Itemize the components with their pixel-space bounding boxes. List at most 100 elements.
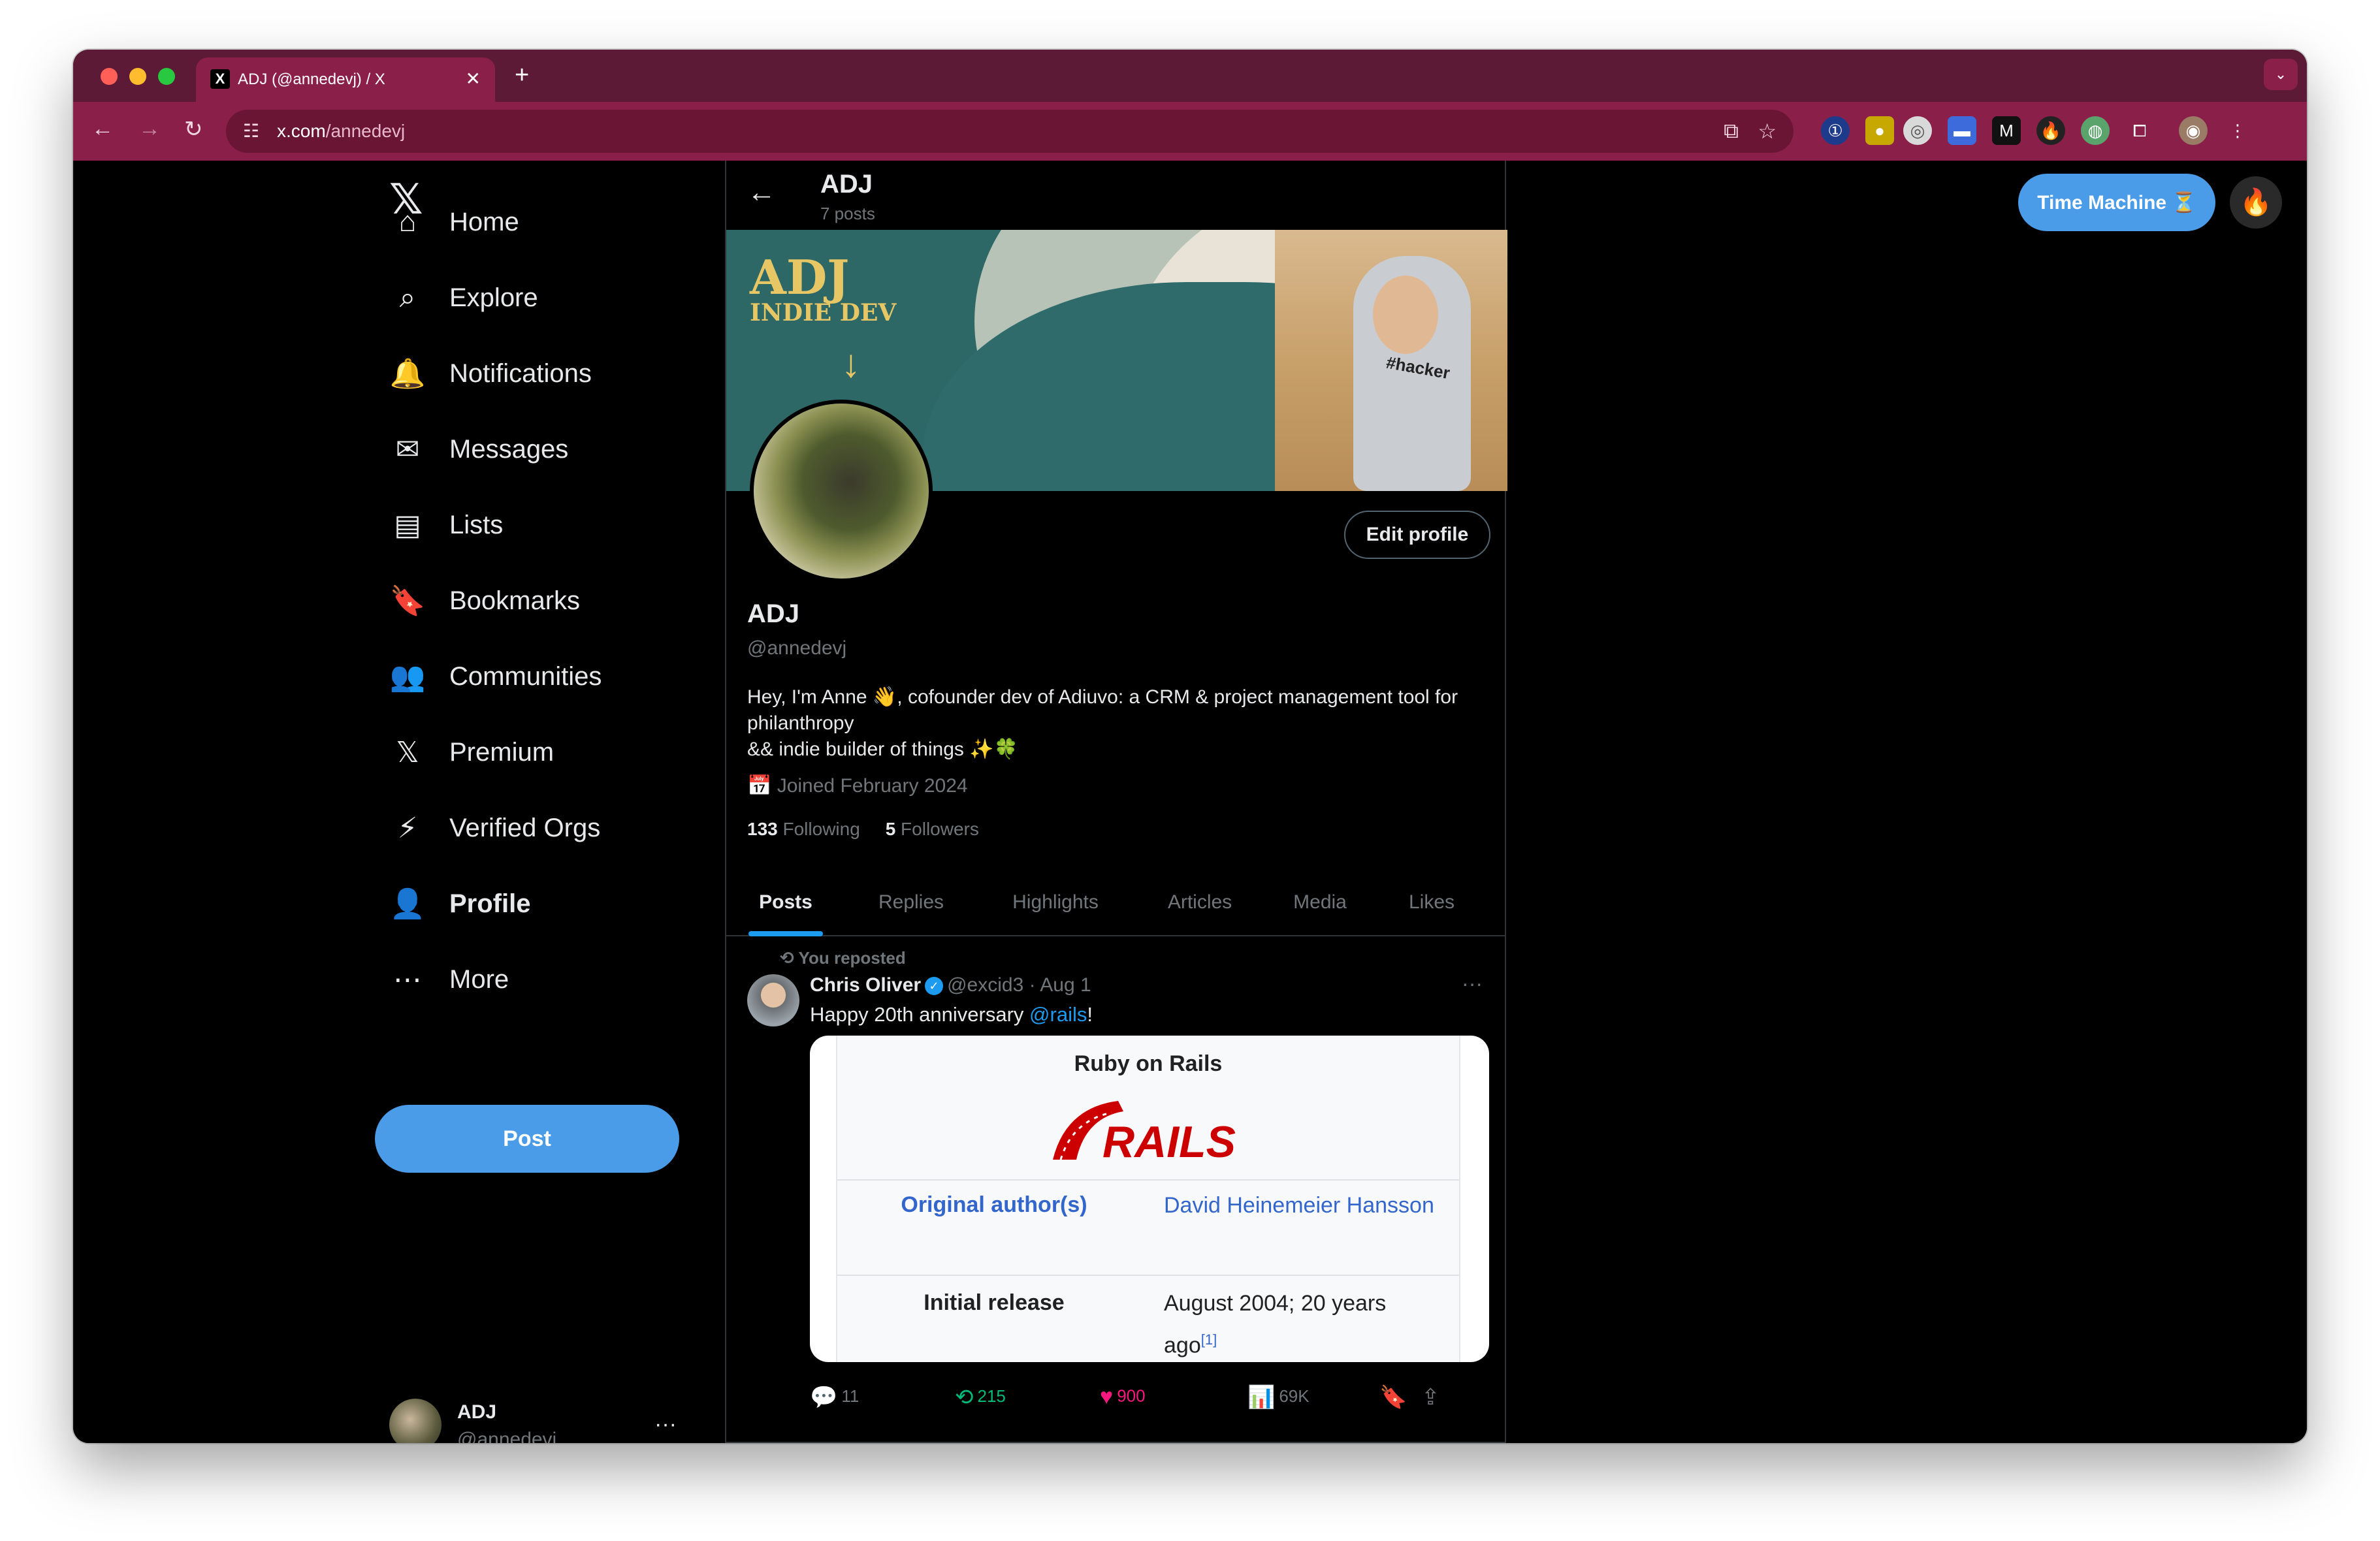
reload-icon[interactable]: ↻ [184,116,203,142]
sidebar-item-label: Home [449,207,519,236]
install-app-icon[interactable]: ⧉ [1724,119,1739,144]
back-arrow-icon[interactable]: ← [747,176,776,209]
tab-media[interactable]: Media [1281,870,1359,935]
infobox-value: August 2004; 20 years ago[1] [1164,1291,1387,1358]
share-button[interactable]: ⇪ [1421,1384,1444,1410]
post-handle[interactable]: @excid3 [947,974,1023,996]
profile-avatar[interactable] [750,400,933,582]
repost-button[interactable]: ⟲ 215 [955,1384,1006,1410]
browser-tab[interactable]: X ADJ (@annedevj) / X ✕ [196,57,495,102]
repost-icon: ⟲ [780,948,799,968]
tab-close-icon[interactable]: ✕ [466,68,481,89]
envelope-icon: ✉ [395,433,420,466]
site-info-icon[interactable]: ☷ [243,120,259,142]
sidebar-item-label: Explore [449,283,538,312]
fire-icon[interactable]: 🔥 [2230,176,2282,229]
post-text: Happy 20th anniversary @rails! [810,1003,1093,1026]
sidebar-item-communities[interactable]: 👥 Communities [389,650,602,703]
sidebar-item-label: Premium [449,737,555,767]
post-button[interactable]: Post [375,1105,679,1173]
sidebar-item-explore[interactable]: ⌕ Explore [389,272,538,324]
extensions-puzzle-icon[interactable]: ⧠ [2125,116,2154,145]
sidebar-item-more[interactable]: ⋯ More [389,953,509,1006]
extension-globe-icon[interactable]: ◍ [2081,116,2110,145]
bookmark-post-button[interactable]: 🔖 [1379,1384,1411,1410]
lightning-icon: ⚡ [397,812,418,844]
banner-subtitle: INDIE DEV [750,299,897,326]
profile-name: ADJ [747,599,800,628]
mention-link[interactable]: @rails [1029,1003,1087,1026]
browser-menu-icon[interactable]: ⋮ [2223,116,2252,145]
extension-fire-icon[interactable]: 🔥 [2036,116,2065,145]
infobox-title: Ruby on Rails [1074,1051,1223,1076]
bookmark-star-icon[interactable]: ☆ [1758,119,1777,144]
tab-articles[interactable]: Articles [1148,870,1251,935]
browser-window: X ADJ (@annedevj) / X ✕ + ⌄ ← → ↻ ☷ x.co… [73,50,2307,1443]
sidebar-item-profile[interactable]: 👤 Profile [389,878,531,930]
citation-link[interactable]: [1] [1201,1331,1217,1348]
following-link[interactable]: 133 Following [747,819,860,839]
tab-replies[interactable]: Replies [866,870,956,935]
sidebar-item-label: Bookmarks [449,586,581,615]
profile-avatar-icon[interactable]: ◉ [2179,116,2208,145]
close-window-button[interactable] [101,68,118,85]
browser-toolbar: ← → ↻ ☷ x.com/annedevj ⧉ ☆ ① ● ◎ ▬ M 🔥 ◍… [73,102,2307,161]
sidebar-item-home[interactable]: ⌂ Home [389,196,519,248]
repost-icon: ⟲ [955,1385,974,1410]
sidebar-item-premium[interactable]: 𝕏 Premium [389,726,554,778]
sidebar-item-bookmarks[interactable]: 🔖 Bookmarks [389,575,580,627]
avatar[interactable] [747,974,799,1026]
back-icon[interactable]: ← [91,116,114,142]
browser-titlebar: X ADJ (@annedevj) / X ✕ + ⌄ [73,50,2307,102]
tab-highlights[interactable]: Highlights [993,870,1118,935]
wiki-infobox: Ruby on Rails RAILS Original author(s) D… [836,1036,1460,1362]
address-bar[interactable]: ☷ x.com/annedevj ⧉ ☆ [226,110,1793,153]
tab-title: ADJ (@annedevj) / X [238,71,385,88]
time-machine-button[interactable]: Time Machine ⏳ [2018,174,2215,231]
views-button[interactable]: 📊 69K [1247,1384,1310,1410]
list-icon: ▤ [394,509,421,541]
infobox-value[interactable]: David Heinemeier Hansson [1164,1187,1438,1224]
post-author[interactable]: Chris Oliver [810,974,921,996]
extension-blue-icon[interactable]: ▬ [1948,116,1976,145]
account-menu-icon[interactable]: ··· [654,1412,677,1437]
extension-m-icon[interactable]: M [1992,116,2021,145]
banner-person-head [1373,276,1438,354]
minimize-window-button[interactable] [129,68,146,85]
post-item[interactable]: ⟲ You reposted Chris Oliver ✓ @excid3 · Au… [726,938,1505,1443]
like-button[interactable]: ♥ 900 [1100,1384,1146,1410]
password-manager-extension-icon[interactable]: ① [1821,116,1850,145]
profile-tabs: Posts Replies Highlights Articles Media … [726,870,1505,936]
tab-likes[interactable]: Likes [1392,870,1471,935]
search-icon: ⌕ [399,281,416,313]
post-more-icon[interactable]: ··· [1462,972,1483,996]
reply-button[interactable]: 💬 11 [810,1384,859,1410]
sidebar-item-lists[interactable]: ▤ Lists [389,499,503,551]
new-tab-button[interactable]: + [515,61,529,89]
account-switcher[interactable]: ADJ @annedevj ··· [389,1399,677,1443]
extension-lemon-icon[interactable]: ● [1865,116,1894,145]
sidebar-item-label: Verified Orgs [449,813,601,842]
follow-stats: 133 Following 5 Followers [747,819,979,840]
infobox-label: Initial release [924,1290,1065,1315]
tab-posts[interactable]: Posts [748,870,823,935]
post-date[interactable]: · Aug 1 [1029,974,1091,996]
profile-header-bar: ← ADJ 7 posts [726,161,1505,230]
edit-profile-button[interactable]: Edit profile [1344,511,1490,559]
sidebar-item-label: Profile [449,889,531,918]
post-image-card[interactable]: Ruby on Rails RAILS Original author(s) D… [810,1036,1489,1362]
sidebar-item-verified-orgs[interactable]: ⚡ Verified Orgs [389,802,601,854]
account-handle: @annedevj [457,1429,557,1443]
url-text: x.com/annedevj [277,121,406,141]
followers-link[interactable]: 5 Followers [886,819,979,839]
header-name: ADJ [820,170,873,199]
x-premium-icon: 𝕏 [396,736,419,769]
sidebar-item-messages[interactable]: ✉ Messages [389,423,569,475]
extension-circle-icon[interactable]: ◎ [1903,116,1932,145]
infobox-label[interactable]: Original author(s) [837,1192,1151,1218]
zoom-window-button[interactable] [158,68,175,85]
forward-icon[interactable]: → [138,116,161,142]
tab-search-button[interactable]: ⌄ [2264,59,2298,90]
post-actions: 💬 11 ⟲ 215 ♥ 900 📊 69K 🔖 ⇪ [810,1384,1489,1417]
sidebar-item-notifications[interactable]: 🔔 Notifications [389,347,592,400]
